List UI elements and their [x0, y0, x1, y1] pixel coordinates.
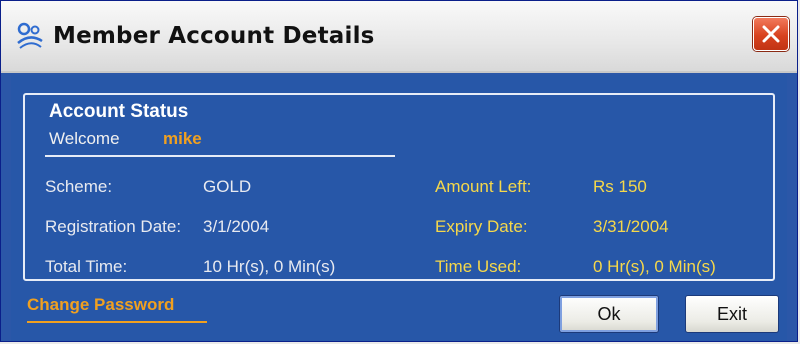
registration-date-value: 3/1/2004: [203, 217, 270, 236]
welcome-divider: [45, 155, 395, 157]
group-title: Account Status: [45, 101, 193, 123]
change-password-link[interactable]: Change Password: [27, 295, 174, 315]
total-time-label: Total Time:: [45, 257, 128, 276]
account-status-group: Account Status Welcome mike Scheme: GOLD…: [23, 93, 775, 281]
time-used-value: 0 Hr(s), 0 Min(s): [593, 257, 716, 276]
window-title: Member Account Details: [53, 23, 375, 49]
close-button[interactable]: [753, 17, 789, 51]
scheme-label: Scheme:: [45, 177, 113, 196]
expiry-date-value: 3/31/2004: [593, 217, 669, 236]
time-used-label: Time Used:: [435, 257, 522, 276]
dialog-content: Account Status Welcome mike Scheme: GOLD…: [11, 75, 787, 341]
scheme-value: GOLD: [203, 177, 252, 196]
exit-button[interactable]: Exit: [685, 295, 779, 333]
expiry-date-label: Expiry Date:: [435, 217, 528, 236]
app-logo-icon: [17, 22, 43, 49]
member-account-window: Member Account Details Account Status We…: [0, 0, 798, 342]
title-bar[interactable]: Member Account Details: [1, 1, 797, 73]
amount-left-value: Rs 150: [593, 177, 647, 196]
close-icon: [762, 25, 780, 43]
change-password-underline: [27, 321, 207, 323]
welcome-label: Welcome: [49, 129, 120, 148]
ok-button[interactable]: Ok: [559, 295, 659, 333]
total-time-value: 10 Hr(s), 0 Min(s): [203, 257, 336, 276]
registration-date-label: Registration Date:: [45, 217, 182, 236]
username-value: mike: [163, 129, 202, 148]
amount-left-label: Amount Left:: [435, 177, 532, 196]
